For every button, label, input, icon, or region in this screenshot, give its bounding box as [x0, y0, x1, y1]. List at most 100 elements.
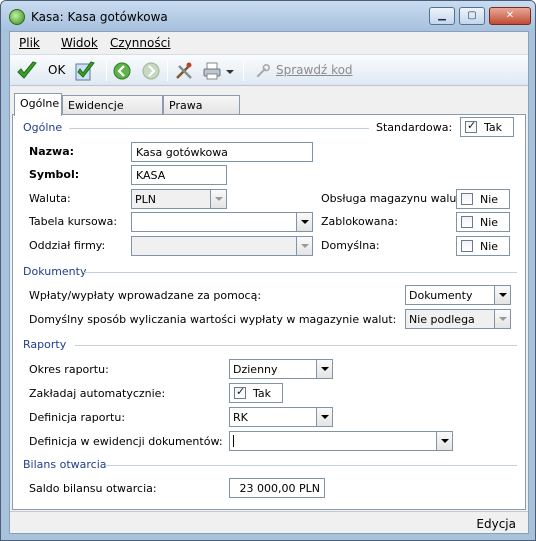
ok-check-icon — [17, 61, 37, 79]
report-def-select[interactable]: RK — [229, 407, 333, 427]
menu-plik[interactable]: Plik — [19, 36, 40, 50]
report-period-select[interactable]: Dzienny — [229, 359, 333, 379]
minimize-button[interactable]: ▁ — [429, 7, 455, 25]
calc-method-value: Nie podlega — [409, 313, 475, 326]
checkbox-box — [461, 193, 473, 205]
check-code-button[interactable]: Sprawdź kod — [254, 60, 354, 82]
app-icon — [9, 9, 25, 25]
maximize-button[interactable]: ▢ — [459, 7, 485, 25]
calc-method-label: Domyślny sposób wyliczania wartości wypł… — [29, 313, 397, 326]
checkbox-box — [234, 385, 246, 399]
default-checkbox[interactable]: Nie — [456, 236, 510, 256]
section-divider — [69, 128, 369, 129]
section-general: Ogólne — [23, 121, 63, 134]
section-divider — [105, 465, 517, 466]
menu-widok[interactable]: Widok — [61, 36, 98, 50]
window: Kasa: Kasa gotówkowa ▁ ▢ ✕ Plik Widok Cz… — [0, 0, 536, 541]
toolbar-separator — [106, 61, 107, 81]
branch-label: Oddział firmy: — [29, 239, 106, 252]
branch-select[interactable] — [131, 236, 313, 256]
currency-select[interactable]: PLN — [131, 189, 227, 209]
titlebar: Kasa: Kasa gotówkowa ▁ ▢ ✕ — [1, 1, 535, 31]
payments-label: Wpłaty/wypłaty wprowadzane za pomocą: — [29, 289, 262, 302]
chevron-down-icon — [494, 310, 510, 328]
currency-value: PLN — [135, 193, 156, 206]
blocked-checkbox[interactable]: Nie — [456, 212, 510, 232]
chevron-down-icon — [296, 213, 312, 231]
tab-ogolne[interactable]: Ogólne — [14, 93, 62, 116]
report-def-value: RK — [233, 411, 248, 424]
section-documents: Dokumenty — [23, 265, 87, 278]
status-mode: Edycja — [476, 517, 516, 531]
client-area: Plik Widok Czynności OK Sprawdź kod Ogól… — [9, 31, 529, 534]
wrench-icon — [256, 64, 270, 78]
name-label: Nazwa: — [29, 145, 75, 158]
ok-label: OK — [48, 63, 66, 77]
toolbar-separator — [243, 61, 244, 81]
checkbox-box — [461, 216, 473, 228]
auto-create-label: Zakładaj automatycznie: — [29, 387, 166, 400]
auto-create-checkbox[interactable]: Tak — [229, 383, 283, 403]
tools-button[interactable] — [173, 60, 195, 82]
rate-table-select[interactable] — [131, 212, 313, 232]
symbol-field[interactable]: KASA — [131, 165, 227, 185]
evidence-def-value — [233, 435, 234, 447]
print-button[interactable] — [201, 60, 223, 82]
currency-store-value: Nie — [480, 193, 499, 206]
chevron-down-icon — [316, 408, 332, 426]
report-period-value: Dzienny — [233, 363, 278, 376]
default-value: Nie — [480, 240, 499, 253]
check-code-label: Sprawdź kod — [276, 63, 353, 77]
printer-icon — [203, 62, 221, 80]
report-period-label: Okres raportu: — [29, 363, 109, 376]
auto-create-value: Tak — [253, 387, 272, 400]
currency-label: Waluta: — [29, 192, 71, 205]
window-title: Kasa: Kasa gotówkowa — [31, 10, 168, 24]
blocked-label: Zablokowana: — [321, 215, 398, 228]
statusbar: Edycja — [10, 511, 528, 533]
symbol-label: Symbol: — [29, 168, 80, 181]
payments-value: Dokumenty — [409, 289, 473, 302]
checkbox-box — [461, 240, 473, 252]
name-field[interactable]: Kasa gotówkowa — [131, 142, 313, 162]
default-label: Domyślna: — [321, 239, 380, 252]
calc-method-select[interactable]: Nie podlega — [405, 309, 511, 329]
section-divider — [75, 345, 517, 346]
saldo-field[interactable]: 23 000,00 PLN — [229, 478, 325, 498]
back-button[interactable] — [111, 60, 133, 82]
back-arrow-icon — [113, 62, 131, 80]
close-button[interactable]: ✕ — [489, 7, 531, 25]
tools-icon — [176, 62, 192, 79]
evidence-def-select[interactable] — [229, 431, 453, 451]
report-def-label: Definicja raportu: — [29, 411, 126, 424]
saldo-label: Saldo bilansu otwarcia: — [29, 482, 157, 495]
toolbar-separator — [167, 61, 168, 81]
blocked-value: Nie — [480, 216, 499, 229]
dropdown-icon — [226, 70, 234, 74]
currency-store-checkbox[interactable]: Nie — [456, 189, 510, 209]
standard-value: Tak — [484, 121, 503, 134]
ok-button[interactable]: OK — [14, 60, 74, 82]
chevron-down-icon — [296, 237, 312, 255]
rate-table-label: Tabela kursowa: — [29, 215, 118, 228]
checkbox-box — [465, 119, 477, 133]
chevron-down-icon — [494, 286, 510, 304]
currency-store-label: Obsługa magazynu walut: — [321, 192, 465, 205]
standard-label: Standardowa: — [376, 121, 453, 134]
menubar: Plik Widok Czynności — [10, 32, 528, 53]
standard-checkbox[interactable]: Tak — [460, 117, 514, 137]
tab-ewidencje-zalezne[interactable]: Ewidencje zależne — [62, 95, 163, 125]
tab-prawa-danych[interactable]: Prawa danych — [163, 95, 240, 125]
forward-button[interactable] — [140, 60, 162, 82]
tab-panel: Ogólne Standardowa: Tak Nazwa: Kasa gotó… — [12, 114, 526, 510]
chevron-down-icon — [436, 432, 452, 450]
print-dropdown-button[interactable] — [224, 60, 236, 82]
evidence-def-label: Definicja w ewidencji dokumentów: — [29, 435, 223, 448]
menu-czynnosci[interactable]: Czynności — [110, 36, 171, 50]
payments-select[interactable]: Dokumenty — [405, 285, 511, 305]
chevron-down-icon — [210, 190, 226, 208]
toolbar: OK Sprawdź kod — [10, 54, 528, 86]
tab-strip: Ogólne Ewidencje zależne Prawa danych — [10, 93, 528, 125]
chevron-down-icon — [316, 360, 332, 378]
save-button[interactable] — [74, 60, 100, 82]
